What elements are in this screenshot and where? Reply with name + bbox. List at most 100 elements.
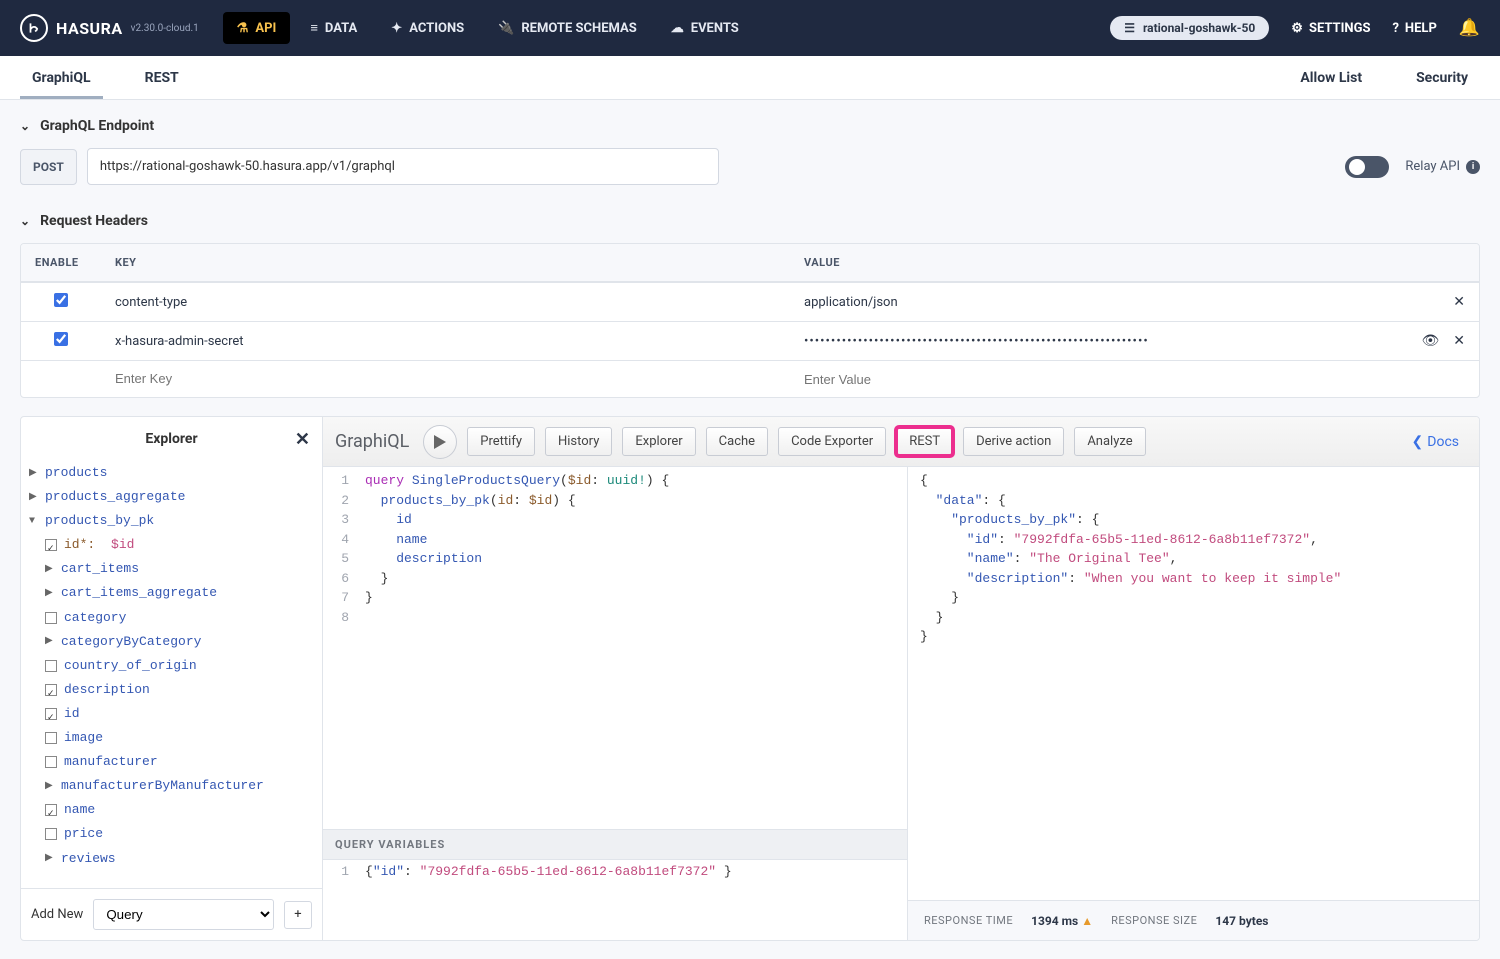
- analyze-button[interactable]: Analyze: [1074, 427, 1145, 456]
- header-row-new: [21, 360, 1479, 397]
- delete-icon[interactable]: ✕: [1453, 333, 1465, 349]
- new-header-key-input[interactable]: [115, 371, 776, 386]
- tree-item-cart-items[interactable]: ▶cart_items: [29, 557, 314, 581]
- tree-item-image[interactable]: image: [29, 726, 314, 750]
- relay-toggle[interactable]: [1345, 156, 1389, 178]
- explorer-title: Explorer: [145, 431, 197, 447]
- checkbox-icon[interactable]: [45, 828, 57, 840]
- nav-remote-schemas[interactable]: 🔌 REMOTE SCHEMAS: [484, 12, 651, 44]
- tab-graphiql[interactable]: GraphiQL: [20, 60, 103, 99]
- tree-item-category[interactable]: category: [29, 606, 314, 630]
- execute-button[interactable]: [423, 425, 457, 459]
- checkbox-icon[interactable]: [45, 756, 57, 768]
- nav-actions-label: ACTIONS: [409, 21, 464, 36]
- prettify-button[interactable]: Prettify: [467, 427, 535, 456]
- gear-icon: ⚙: [1291, 21, 1303, 36]
- endpoint-section-toggle[interactable]: ⌄ GraphQL Endpoint: [20, 118, 1480, 134]
- project-selector[interactable]: ☰ rational-goshawk-50: [1110, 16, 1269, 40]
- explorer-panel: Explorer ✕ ▶products ▶products_aggregate…: [21, 417, 323, 940]
- delete-icon[interactable]: ✕: [1453, 294, 1465, 310]
- nav-events-label: EVENTS: [691, 21, 739, 36]
- tree-item-products[interactable]: ▶products: [29, 461, 314, 485]
- project-name: rational-goshawk-50: [1143, 21, 1255, 35]
- result-viewer[interactable]: { "data": { "products_by_pk": { "id": "7…: [908, 467, 1479, 900]
- page-content: ⌄ GraphQL Endpoint POST https://rational…: [0, 100, 1500, 959]
- checkbox-icon[interactable]: [45, 539, 57, 551]
- new-header-value-input[interactable]: [804, 372, 1465, 387]
- nav-help-label: HELP: [1405, 21, 1437, 36]
- tab-allow-list[interactable]: Allow List: [1288, 60, 1374, 99]
- info-icon[interactable]: i: [1466, 160, 1480, 174]
- headers-thead: ENABLE KEY VALUE: [21, 244, 1479, 282]
- sub-nav: GraphiQL REST Allow List Security: [0, 56, 1500, 100]
- enable-checkbox[interactable]: [54, 332, 68, 346]
- actions-icon: ✦: [391, 21, 402, 36]
- endpoint-url[interactable]: https://rational-goshawk-50.hasura.app/v…: [87, 148, 719, 185]
- tree-item-id[interactable]: id: [29, 702, 314, 726]
- tab-security[interactable]: Security: [1404, 60, 1480, 99]
- plug-icon: 🔌: [498, 21, 514, 36]
- chevron-down-icon: ⌄: [20, 119, 30, 133]
- flask-icon: ⚗: [237, 21, 249, 36]
- line-gutter: 1: [323, 860, 357, 940]
- header-value[interactable]: ••••••••••••••••••••••••••••••••••••••••…: [804, 334, 1149, 349]
- tree-item-cart-items-aggregate[interactable]: ▶cart_items_aggregate: [29, 581, 314, 605]
- warning-icon: ▲: [1081, 914, 1093, 928]
- cache-button[interactable]: Cache: [706, 427, 768, 456]
- checkbox-icon[interactable]: [45, 708, 57, 720]
- eye-icon[interactable]: 👁: [1421, 333, 1439, 349]
- nav-api[interactable]: ⚗API: [223, 12, 291, 44]
- history-button[interactable]: History: [545, 427, 612, 456]
- tree-item-manufacturer[interactable]: manufacturer: [29, 750, 314, 774]
- tree-item-price[interactable]: price: [29, 822, 314, 846]
- add-new-select[interactable]: Query: [93, 899, 274, 930]
- code-exporter-button[interactable]: Code Exporter: [778, 427, 886, 456]
- tab-rest[interactable]: REST: [133, 60, 191, 99]
- nav-events[interactable]: ☁EVENTS: [657, 12, 753, 44]
- explorer-button[interactable]: Explorer: [622, 427, 695, 456]
- tree-item-manufacturer-by-manufacturer[interactable]: ▶manufacturerByManufacturer: [29, 774, 314, 798]
- explorer-header: Explorer ✕: [21, 417, 322, 457]
- headers-section-toggle[interactable]: ⌄ Request Headers: [20, 213, 1480, 229]
- tree-item-reviews[interactable]: ▶reviews: [29, 847, 314, 871]
- docs-button[interactable]: ❮Docs: [1404, 434, 1467, 450]
- header-key[interactable]: content-type: [101, 285, 790, 320]
- close-icon[interactable]: ✕: [295, 429, 310, 450]
- header-value[interactable]: application/json: [804, 295, 898, 310]
- graphiql-container: Explorer ✕ ▶products ▶products_aggregate…: [20, 416, 1480, 941]
- derive-action-button[interactable]: Derive action: [963, 427, 1064, 456]
- tree-item-description[interactable]: description: [29, 678, 314, 702]
- rest-button[interactable]: REST: [896, 427, 953, 456]
- tree-item-name[interactable]: name: [29, 798, 314, 822]
- header-key[interactable]: x-hasura-admin-secret: [101, 324, 790, 359]
- query-variables-editor[interactable]: 1 {"id": "7992fdfa-65b5-11ed-8612-6a8b11…: [323, 860, 907, 940]
- checkbox-icon[interactable]: [45, 684, 57, 696]
- right-nav: ⚙SETTINGS ? HELP 🔔: [1291, 18, 1480, 38]
- add-new-button[interactable]: +: [284, 901, 312, 929]
- tree-arg-id[interactable]: id*: $id: [29, 533, 314, 557]
- graphiql-toolbar: GraphiQL Prettify History Explorer Cache…: [323, 417, 1479, 467]
- graphiql-title: GraphiQL: [335, 431, 409, 452]
- query-editor[interactable]: 12345678 query SingleProductsQuery($id: …: [323, 467, 907, 829]
- tree-item-products-by-pk[interactable]: ▼products_by_pk: [29, 509, 314, 533]
- checkbox-icon[interactable]: [45, 660, 57, 672]
- nav-actions[interactable]: ✦ ACTIONS: [377, 12, 478, 44]
- tree-item-products-aggregate[interactable]: ▶products_aggregate: [29, 485, 314, 509]
- checkbox-icon[interactable]: [45, 612, 57, 624]
- response-size-value: 147 bytes: [1215, 914, 1268, 928]
- query-variables-heading[interactable]: QUERY VARIABLES: [323, 829, 907, 860]
- col-enable: ENABLE: [21, 244, 101, 281]
- vars-code: {"id": "7992fdfa-65b5-11ed-8612-6a8b11ef…: [357, 860, 740, 940]
- enable-checkbox[interactable]: [54, 293, 68, 307]
- checkbox-icon[interactable]: [45, 732, 57, 744]
- tree-item-category-by-category[interactable]: ▶categoryByCategory: [29, 630, 314, 654]
- nav-remote-label: REMOTE SCHEMAS: [521, 21, 636, 36]
- nav-data[interactable]: ≡DATA: [296, 12, 371, 44]
- help-icon: ?: [1392, 21, 1398, 36]
- checkbox-icon[interactable]: [45, 804, 57, 816]
- explorer-tree: ▶products ▶products_aggregate ▼products_…: [21, 457, 322, 888]
- bell-icon[interactable]: 🔔: [1459, 18, 1480, 38]
- nav-settings[interactable]: ⚙SETTINGS: [1291, 21, 1370, 36]
- tree-item-country[interactable]: country_of_origin: [29, 654, 314, 678]
- nav-help[interactable]: ? HELP: [1392, 21, 1436, 36]
